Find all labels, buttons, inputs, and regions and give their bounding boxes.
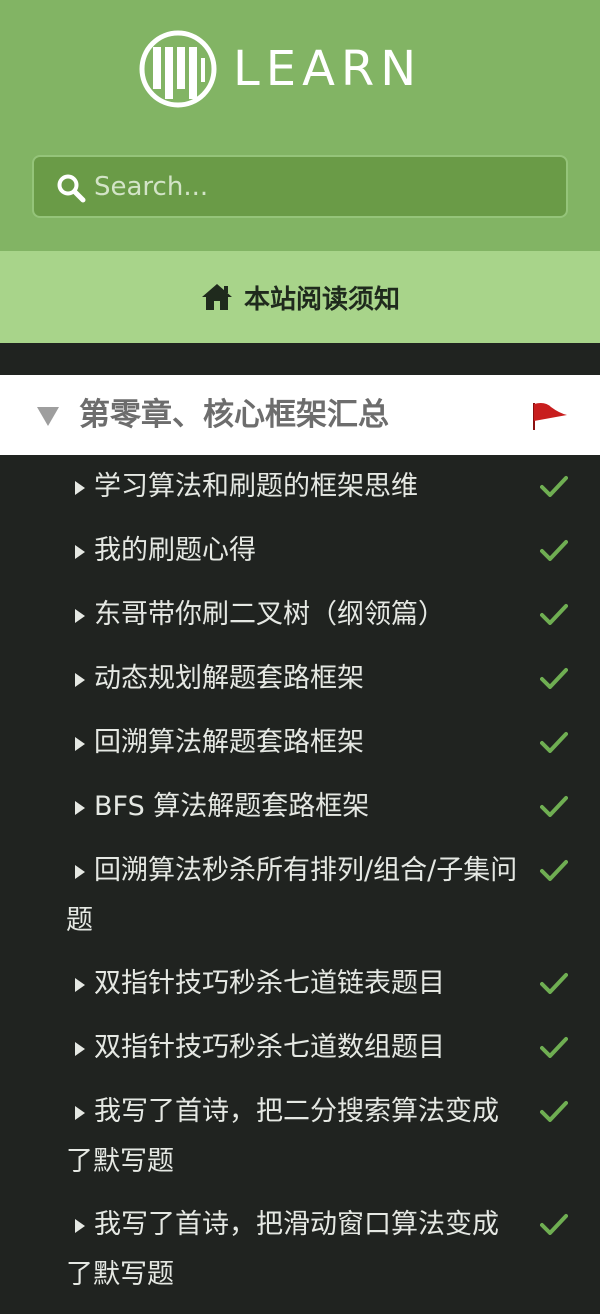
search-input[interactable] — [94, 157, 554, 216]
expand-caret-icon — [75, 1218, 85, 1233]
expand-caret-icon — [75, 544, 85, 559]
chapter-item-label: 双指针技巧秒杀七道数组题目 — [94, 1032, 445, 1063]
chapter-item-label: 学习算法和刷题的框架思维 — [94, 471, 418, 502]
check-icon — [540, 973, 568, 994]
chapter-item-label: 回溯算法秒杀所有排列/组合/子集问题 — [66, 855, 518, 936]
search-box[interactable] — [32, 155, 568, 218]
chapter-item-label: 我写了首诗，把二分搜索算法变成了默写题 — [66, 1096, 499, 1177]
app: LEARN 本站阅读须知 第零章、核心框架汇总 学习算法和刷题的框架思维我的刷题… — [0, 0, 600, 1314]
check-icon — [540, 1101, 568, 1122]
chapter-item[interactable]: 学习算法和刷题的框架思维 — [0, 462, 600, 512]
expand-caret-icon — [75, 736, 85, 751]
chapter-item[interactable]: 双指针技巧秒杀七道链表题目 — [0, 959, 600, 1009]
chapter-header[interactable]: 第零章、核心框架汇总 — [0, 375, 600, 455]
chapter-item[interactable]: 双指针技巧秒杀七道数组题目 — [0, 1023, 600, 1073]
expand-caret-icon — [75, 608, 85, 623]
chapter-item[interactable]: 我的刷题心得 — [0, 526, 600, 576]
chapter-item-label: 双指针技巧秒杀七道链表题目 — [94, 968, 445, 999]
chapter-item-label: 东哥带你刷二叉树（纲领篇） — [94, 599, 445, 630]
search-icon — [57, 174, 86, 203]
chapter-item-label: BFS 算法解题套路框架 — [94, 791, 370, 822]
check-icon — [540, 1214, 568, 1235]
chapter-item[interactable]: BFS 算法解题套路框架 — [0, 782, 600, 832]
expand-caret-icon — [75, 480, 85, 495]
chapter-item[interactable]: 动态规划解题套路框架 — [0, 654, 600, 704]
flag-icon — [533, 403, 567, 430]
logo-icon — [139, 30, 217, 108]
check-icon — [540, 796, 568, 817]
chapter-title: 第零章、核心框架汇总 — [79, 397, 389, 433]
chapter-item[interactable]: 我写了首诗，把滑动窗口算法变成了默写题 — [0, 1200, 600, 1300]
expand-caret-icon — [75, 1041, 85, 1056]
check-icon — [540, 860, 568, 881]
check-icon — [540, 540, 568, 561]
chapter-item-label: 动态规划解题套路框架 — [94, 663, 364, 694]
home-icon — [201, 284, 232, 310]
chapter-item-label: 我写了首诗，把滑动窗口算法变成了默写题 — [66, 1209, 499, 1290]
chapter-item-label: 我的刷题心得 — [94, 535, 256, 566]
check-icon — [540, 1037, 568, 1058]
check-icon — [540, 604, 568, 625]
chapter-item[interactable]: 东哥带你刷二叉树（纲领篇） — [0, 590, 600, 640]
expand-caret-icon — [75, 977, 85, 992]
expand-caret-icon — [75, 864, 85, 879]
expand-caret-icon — [75, 672, 85, 687]
check-icon — [540, 476, 568, 497]
logo-text: LEARN — [233, 41, 423, 97]
chapter-item-label: 回溯算法解题套路框架 — [94, 727, 364, 758]
site-notice-link[interactable]: 本站阅读须知 — [0, 251, 600, 343]
check-icon — [540, 668, 568, 689]
logo[interactable]: LEARN — [139, 30, 422, 108]
chapter-item[interactable]: 回溯算法解题套路框架 — [0, 718, 600, 768]
expand-caret-icon — [75, 1105, 85, 1120]
header: LEARN — [0, 0, 600, 251]
chapter-item[interactable]: 我写了首诗，把二分搜索算法变成了默写题 — [0, 1087, 600, 1187]
expand-caret-icon — [75, 800, 85, 815]
chapter-item[interactable]: 回溯算法秒杀所有排列/组合/子集问题 — [0, 846, 600, 946]
check-icon — [540, 732, 568, 753]
collapse-triangle-icon[interactable] — [36, 405, 60, 427]
site-notice-label: 本站阅读须知 — [243, 284, 400, 315]
